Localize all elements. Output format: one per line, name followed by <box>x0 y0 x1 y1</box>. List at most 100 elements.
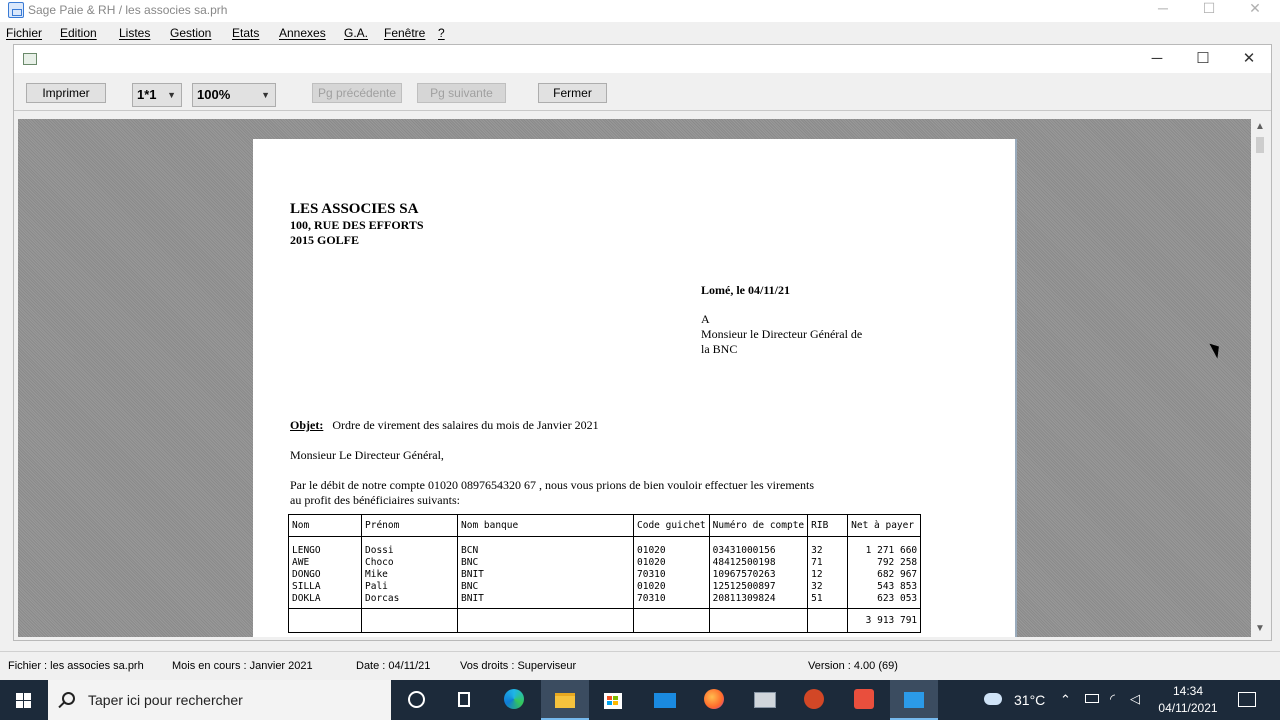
taskbar-powerpoint[interactable] <box>790 680 838 720</box>
cell: 792 258 <box>877 557 918 568</box>
task-view-icon <box>458 692 470 707</box>
scrollbar-thumb[interactable] <box>1256 137 1264 153</box>
briefcase-icon <box>904 692 924 708</box>
document-page: LES ASSOCIES SA 100, RUE DES EFFORTS 201… <box>253 139 1017 637</box>
empty-cell <box>457 608 634 633</box>
print-button[interactable]: Imprimer <box>26 83 106 103</box>
letter-body: Par le débit de notre compte 01020 08976… <box>290 478 890 508</box>
taskbar-recorder[interactable] <box>840 680 888 720</box>
column-nom-banque: BCN BNC BNIT BNC BNIT <box>457 536 634 609</box>
cell: 03431000156 <box>712 545 776 556</box>
total-net-a-payer: 3 913 791 <box>847 608 922 633</box>
taskbar-store[interactable] <box>590 680 638 720</box>
cell: 12512500897 <box>712 581 776 592</box>
column-header: Nom banque <box>457 514 634 537</box>
scroll-down-icon[interactable]: ▼ <box>1255 623 1265 634</box>
fermer-button[interactable]: Fermer <box>538 83 607 103</box>
preview-minimize-button[interactable]: ─ <box>1137 49 1177 69</box>
addressee-block: A Monsieur le Directeur Général de la BN… <box>701 312 862 357</box>
previous-page-button[interactable]: Pg précédente <box>312 83 402 103</box>
weather-widget[interactable]: 31°C <box>984 680 1046 720</box>
table-header-row: Nom Prénom Nom banque Code guichet Numér… <box>288 514 922 537</box>
company-address-line1: 100, RUE DES EFFORTS <box>290 218 424 232</box>
sage-window-icon <box>754 692 776 708</box>
column-nom: LENGO AWE DONGO SILLA DOKLA <box>288 536 362 609</box>
menu-gestion[interactable]: Gestion <box>170 26 211 40</box>
minimize-button[interactable]: ─ <box>1140 0 1186 22</box>
empty-cell <box>361 608 458 633</box>
menu-etats[interactable]: Etats <box>232 26 259 40</box>
cell: SILLA <box>292 581 321 592</box>
clock-date: 04/11/2021 <box>1158 701 1218 715</box>
taskbar-mail[interactable] <box>640 680 688 720</box>
cell: AWE <box>292 557 310 568</box>
scroll-up-icon[interactable]: ▲ <box>1255 121 1265 132</box>
preview-close-button[interactable]: ✕ <box>1229 49 1269 69</box>
menu-bar: Fichier Edition Listes Gestion Etats Ann… <box>0 24 1280 44</box>
menu-listes[interactable]: Listes <box>119 26 150 40</box>
taskbar-file-explorer[interactable] <box>541 680 589 720</box>
cell: 01020 <box>637 557 666 568</box>
taskbar-firefox[interactable] <box>690 680 738 720</box>
company-header: LES ASSOCIES SA 100, RUE DES EFFORTS 201… <box>290 201 424 248</box>
menu-fenetre[interactable]: Fenêtre <box>384 26 425 40</box>
print-preview-window: ─ ☐ ✕ Imprimer 1*1 ▼ 100% ▼ Pg précédent… <box>13 44 1272 641</box>
wifi-icon[interactable]: ◜ <box>1110 691 1115 707</box>
column-header: Net à payer <box>847 514 922 537</box>
start-button[interactable] <box>0 680 48 720</box>
table-data-block: LENGO AWE DONGO SILLA DOKLA Dossi Choco … <box>288 536 922 609</box>
cell: 20811309824 <box>712 593 776 604</box>
cell: BNC <box>461 581 479 592</box>
weather-temperature: 31°C <box>1014 692 1046 708</box>
cell: DONGO <box>292 569 321 580</box>
menu-help[interactable]: ? <box>438 26 445 40</box>
menu-annexes[interactable]: Annexes <box>279 26 326 40</box>
powerpoint-icon <box>804 689 824 709</box>
clock-time: 14:34 <box>1172 684 1204 698</box>
taskbar-sage-app[interactable] <box>740 680 788 720</box>
battery-icon[interactable] <box>1085 694 1099 703</box>
empty-cell <box>288 608 362 633</box>
next-page-button[interactable]: Pg suivante <box>417 83 506 103</box>
menu-fichier[interactable]: Fichier <box>6 26 42 40</box>
cortana-button[interactable] <box>392 680 440 720</box>
menu-ga[interactable]: G.A. <box>344 26 368 40</box>
cell: BNIT <box>461 593 484 604</box>
preview-toolbar: Imprimer 1*1 ▼ 100% ▼ Pg précédente Pg s… <box>14 73 1271 111</box>
status-rights: Vos droits : Superviseur <box>460 660 577 672</box>
preview-viewport[interactable]: LES ASSOCIES SA 100, RUE DES EFFORTS 201… <box>18 119 1253 637</box>
mail-envelope-icon <box>654 693 676 708</box>
preview-maximize-button[interactable]: ☐ <box>1183 49 1223 69</box>
zoom-select[interactable]: 100% ▼ <box>192 83 276 107</box>
page-layout-value: 1*1 <box>137 87 157 102</box>
cell: BCN <box>461 545 479 556</box>
taskbar-clock[interactable]: 14:34 04/11/2021 <box>1150 683 1226 717</box>
sage-app-icon <box>8 2 24 18</box>
cell: Dossi <box>365 545 394 556</box>
column-header: Nom <box>288 514 362 537</box>
volume-icon[interactable]: ◁ <box>1130 691 1140 707</box>
maximize-button[interactable]: ☐ <box>1186 0 1232 22</box>
column-header: RIB <box>807 514 849 537</box>
taskbar-edge[interactable] <box>490 680 538 720</box>
cell: 1 271 660 <box>865 545 918 556</box>
addressee-line: la BNC <box>701 342 738 356</box>
empty-cell <box>633 608 710 633</box>
vertical-scrollbar[interactable]: ▲ ▼ <box>1251 119 1269 637</box>
notification-icon[interactable] <box>1238 692 1256 707</box>
subject-text: Ordre de virement des salaires du mois d… <box>332 418 599 432</box>
page-layout-select[interactable]: 1*1 ▼ <box>132 83 182 107</box>
close-button[interactable]: ✕ <box>1232 0 1278 22</box>
chevron-up-icon[interactable]: ⌃ <box>1060 692 1071 708</box>
task-view-button[interactable] <box>440 680 488 720</box>
screen-recorder-icon <box>854 689 874 709</box>
cell: 10967570263 <box>712 569 776 580</box>
taskbar-search-box[interactable]: Taper ici pour rechercher <box>48 680 391 720</box>
menu-edition[interactable]: Edition <box>60 26 97 40</box>
windows-logo-icon <box>16 693 32 708</box>
cortana-circle-icon <box>408 691 425 708</box>
column-header: Code guichet <box>633 514 710 537</box>
taskbar-active-app[interactable] <box>890 680 938 720</box>
cell: 32 <box>811 545 823 556</box>
column-prenom: Dossi Choco Mike Pali Dorcas <box>361 536 458 609</box>
